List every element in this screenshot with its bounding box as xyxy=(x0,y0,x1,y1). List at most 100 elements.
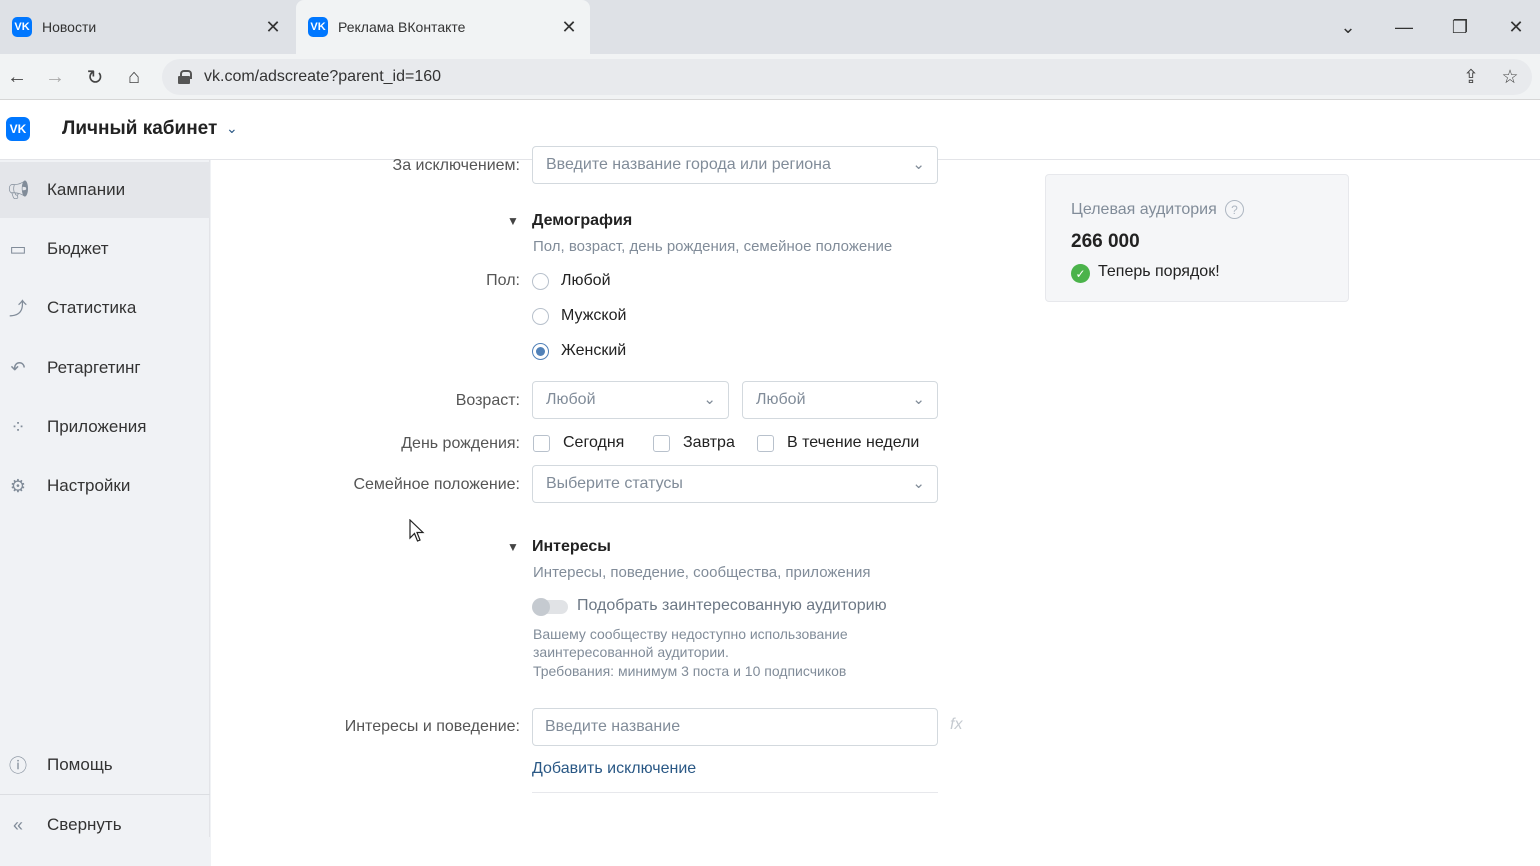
star-icon[interactable]: ☆ xyxy=(1493,60,1527,94)
vk-logo-icon[interactable]: VK xyxy=(6,117,30,141)
window-close-icon[interactable]: ✕ xyxy=(1488,0,1540,54)
gear-icon: ⚙ xyxy=(9,475,27,496)
target-audience-panel: Целевая аудитория ? 266 000 ✓ Теперь пор… xyxy=(1045,174,1349,302)
age-to-select[interactable]: Любой ⌄ xyxy=(742,381,938,419)
note-line: заинтересованной аудитории. xyxy=(533,644,729,660)
checkbox-label[interactable]: Завтра xyxy=(683,434,735,452)
sidebar-item-apps[interactable]: ⁘ Приложения xyxy=(0,399,210,455)
share-icon[interactable]: ⇪ xyxy=(1454,60,1488,94)
wallet-icon: ▭ xyxy=(9,238,27,259)
sidebar-item-settings[interactable]: ⚙ Настройки xyxy=(0,458,210,514)
audience-count: 266 000 xyxy=(1071,231,1140,252)
help-icon: ⓘ xyxy=(9,756,27,776)
browser-tab-strip: VK Новости ✕ VK Реклама ВКонтакте ✕ ⌄ — … xyxy=(0,0,1540,54)
sidebar-item-campaigns[interactable]: 📢︎ Кампании xyxy=(0,162,210,218)
checkbox-birthday-week[interactable] xyxy=(757,435,774,452)
tab-ads[interactable]: VK Реклама ВКонтакте ✕ xyxy=(296,0,590,54)
sidebar-item-retargeting[interactable]: ↶ Ретаргетинг xyxy=(0,340,210,396)
age-from-select[interactable]: Любой ⌄ xyxy=(532,381,729,419)
sidebar-item-help[interactable]: ⓘ Помощь xyxy=(0,737,210,793)
audience-status: Теперь порядок! xyxy=(1098,263,1220,280)
retarget-icon: ↶ xyxy=(10,357,26,378)
age-label: Возраст: xyxy=(455,392,520,409)
section-divider xyxy=(532,792,938,793)
demography-title[interactable]: Демография xyxy=(532,212,632,230)
url-text: vk.com/adscreate?parent_id=160 xyxy=(204,68,442,85)
radio-sex-any[interactable] xyxy=(532,273,549,290)
collapse-icon: « xyxy=(12,814,23,835)
chevron-down-icon: ⌄ xyxy=(912,156,925,173)
check-circle-icon: ✓ xyxy=(1071,264,1090,283)
chevron-down-icon: ⌄ xyxy=(703,391,716,408)
checkbox-birthday-tomorrow[interactable] xyxy=(653,435,670,452)
sidebar-item-label: Бюджет xyxy=(47,239,109,258)
close-icon[interactable]: ✕ xyxy=(264,17,282,38)
chevron-down-icon: ⌄ xyxy=(912,391,925,408)
toggle-label: Подобрать заинтересованную аудиторию xyxy=(577,597,887,614)
family-label: Семейное положение: xyxy=(353,476,520,493)
question-icon[interactable]: ? xyxy=(1225,200,1244,219)
tab-title: Реклама ВКонтакте xyxy=(338,19,466,35)
sidebar-item-collapse[interactable]: « Свернуть xyxy=(0,797,210,853)
home-icon[interactable]: ⌂ xyxy=(117,60,151,94)
family-status-select[interactable]: Выберите статусы ⌄ xyxy=(532,465,938,503)
checkbox-label[interactable]: В течение недели xyxy=(787,434,919,452)
age-from-value: Любой xyxy=(546,391,596,408)
interests-subtitle: Интересы, поведение, сообщества, приложе… xyxy=(533,564,871,581)
birthday-label: День рождения: xyxy=(401,435,520,452)
note-line: Вашему сообществу недоступно использован… xyxy=(533,626,848,642)
reload-icon[interactable]: ↻ xyxy=(78,60,112,94)
fx-icon[interactable]: fx xyxy=(950,716,962,734)
demography-subtitle: Пол, возраст, день рождения, семейное по… xyxy=(533,238,893,255)
browser-toolbar: ← → ↻ ⌂ vk.com/adscreate?parent_id=160 ⇪… xyxy=(0,54,1540,100)
chevron-down-icon[interactable]: ⌄ xyxy=(226,120,238,137)
restore-icon[interactable]: ❐ xyxy=(1432,0,1488,54)
radio-sex-male[interactable] xyxy=(532,308,549,325)
back-icon[interactable]: ← xyxy=(0,60,34,94)
cabinet-title[interactable]: Личный кабинет xyxy=(62,118,217,140)
sidebar-item-label: Настройки xyxy=(47,476,131,495)
sidebar-item-label: Кампании xyxy=(47,180,126,199)
close-icon[interactable]: ✕ xyxy=(560,17,578,38)
sidebar-item-budget[interactable]: ▭ Бюджет xyxy=(0,221,210,277)
chart-icon: ⤴ xyxy=(9,299,27,319)
sidebar-item-label: Статистика xyxy=(47,298,137,317)
except-placeholder: Введите название города или региона xyxy=(546,156,831,173)
mouse-cursor-icon xyxy=(409,519,425,542)
audience-title: Целевая аудитория xyxy=(1071,201,1217,218)
interested-audience-toggle[interactable] xyxy=(532,598,568,616)
address-bar[interactable]: vk.com/adscreate?parent_id=160 xyxy=(162,59,1532,95)
behavior-placeholder: Введите название xyxy=(545,718,681,735)
radio-label[interactable]: Женский xyxy=(561,342,626,360)
add-exclusion-link[interactable]: Добавить исключение xyxy=(532,760,696,778)
except-region-select[interactable]: Введите название города или региона ⌄ xyxy=(532,146,938,184)
vk-logo-icon: VK xyxy=(12,17,32,37)
forward-icon[interactable]: → xyxy=(38,60,72,94)
radio-label[interactable]: Любой xyxy=(561,272,611,290)
vk-logo-icon: VK xyxy=(308,17,328,37)
apps-icon: ⁘ xyxy=(10,416,26,437)
sidebar-item-label: Приложения xyxy=(47,417,147,436)
checkbox-label[interactable]: Сегодня xyxy=(563,434,624,452)
radio-label[interactable]: Мужской xyxy=(561,307,626,325)
interests-behavior-input[interactable]: Введите название xyxy=(532,708,938,746)
sidebar-divider xyxy=(0,794,210,795)
ad-targeting-form: За исключением: Введите название города … xyxy=(211,146,1540,866)
chevron-down-icon: ⌄ xyxy=(912,475,925,492)
tab-search-chevron-icon[interactable]: ⌄ xyxy=(1320,0,1376,54)
collapse-triangle-icon[interactable]: ▼ xyxy=(507,214,519,228)
tab-news[interactable]: VK Новости ✕ xyxy=(0,0,294,54)
age-to-value: Любой xyxy=(756,391,806,408)
collapse-triangle-icon[interactable]: ▼ xyxy=(507,540,519,554)
sidebar-item-label: Ретаргетинг xyxy=(47,358,141,377)
sidebar-item-statistics[interactable]: ⤴ Статистика xyxy=(0,280,210,336)
sidebar-item-label: Помощь xyxy=(47,755,113,774)
sidebar-item-label: Свернуть xyxy=(47,815,122,834)
minimize-icon[interactable]: — xyxy=(1376,0,1432,54)
except-label: За исключением: xyxy=(392,157,520,174)
radio-sex-female[interactable] xyxy=(532,343,549,360)
tab-title: Новости xyxy=(42,19,97,35)
behavior-label: Интересы и поведение: xyxy=(344,718,520,735)
checkbox-birthday-today[interactable] xyxy=(533,435,550,452)
interests-title[interactable]: Интересы xyxy=(532,538,611,556)
